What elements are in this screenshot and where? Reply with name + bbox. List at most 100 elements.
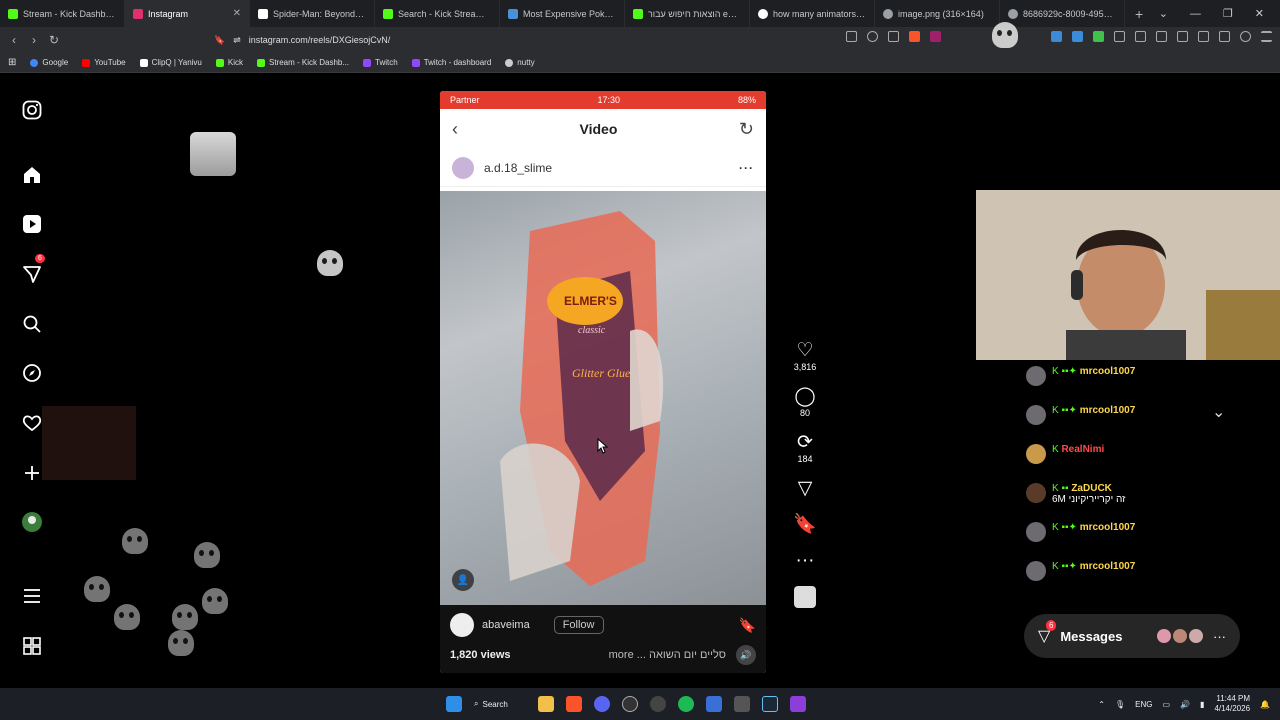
extension-blue-icon[interactable] — [1051, 31, 1062, 42]
profile-avatar-icon[interactable] — [18, 508, 46, 536]
app-purple-icon[interactable] — [789, 696, 806, 712]
bookmark-clipq[interactable]: ClipQ | Yanivu — [139, 58, 202, 67]
send-action[interactable]: ▽ — [790, 478, 820, 500]
notifications-bell-icon[interactable]: 🔔 — [1260, 700, 1270, 709]
tab-pokemon[interactable]: Most Expensive Pokemon — [500, 0, 625, 27]
app-blue-icon[interactable] — [705, 696, 722, 712]
tab-instagram[interactable]: Instagram ✕ — [125, 0, 250, 27]
chat-username[interactable]: mrcool1007 — [1080, 522, 1136, 533]
extension-green-icon[interactable] — [1093, 31, 1104, 42]
footer-username[interactable]: abaveima — [482, 619, 530, 631]
forward-icon[interactable]: › — [24, 33, 44, 47]
reels-icon[interactable] — [18, 210, 46, 238]
app-icon[interactable] — [649, 696, 666, 712]
explore-icon[interactable] — [18, 359, 46, 387]
bookmark-google[interactable]: Google — [30, 58, 68, 67]
brave-rewards-icon[interactable] — [930, 31, 941, 42]
volume-icon[interactable]: 🔊 — [1180, 700, 1190, 709]
battery-icon[interactable]: ▮ — [1200, 700, 1204, 709]
repost-icon[interactable]: ⟳ — [797, 432, 813, 454]
sidebar-icon[interactable] — [1177, 31, 1188, 42]
zoom-icon[interactable] — [867, 31, 878, 42]
search-icon[interactable] — [18, 310, 46, 338]
cast-icon[interactable] — [846, 31, 857, 42]
audio-action[interactable] — [790, 586, 820, 608]
audio-thumbnail-icon[interactable] — [794, 586, 816, 608]
tab-kick-search[interactable]: Search - Kick Streaming — [375, 0, 500, 27]
like-heart-icon[interactable]: ♡ — [796, 340, 813, 362]
site-info-icon[interactable]: ⇌ — [233, 35, 241, 46]
bookmark-kick-dashboard[interactable]: Stream - Kick Dashb... — [257, 58, 349, 67]
wallet-icon[interactable] — [1198, 31, 1209, 42]
bookmark-icon[interactable]: 🔖 — [793, 514, 817, 536]
tab-hebrew-search[interactable]: הוצאות חיפוש עבור emon — [625, 0, 750, 27]
new-tab-button[interactable]: + — [1125, 6, 1153, 22]
tab-spiderman[interactable]: Spider-Man: Beyond the — [250, 0, 375, 27]
close-tab-icon[interactable]: ✕ — [233, 8, 241, 19]
more-options-icon[interactable]: ··· — [739, 161, 754, 175]
media-icon[interactable] — [1156, 31, 1167, 42]
chat-username[interactable]: RealNimi — [1061, 444, 1104, 455]
steam-icon[interactable] — [761, 696, 778, 712]
bookmark-page-icon[interactable]: 🔖 — [214, 35, 225, 46]
repost-action[interactable]: ⟳ 184 — [790, 432, 820, 464]
spotify-icon[interactable] — [677, 696, 694, 712]
screenshot-icon[interactable] — [1135, 31, 1146, 42]
chat-username[interactable]: mrcool1007 — [1080, 561, 1136, 572]
footer-avatar[interactable] — [450, 613, 474, 637]
reload-icon[interactable]: ↻ — [44, 33, 64, 47]
vpn-icon[interactable] — [1240, 31, 1251, 42]
mute-icon[interactable]: 🔊 — [736, 645, 756, 665]
tab-image[interactable]: image.png (316×164) — [875, 0, 1000, 27]
apps-grid-icon[interactable]: ⊞ — [8, 57, 16, 68]
url-bar[interactable]: 🔖 ⇌ instagram.com/reels/DXGiesojCvN/ — [214, 35, 390, 46]
maximize-button[interactable]: ❐ — [1223, 7, 1233, 20]
back-chevron-icon[interactable]: ‹ — [452, 119, 458, 140]
comment-icon[interactable]: ◯ — [794, 386, 815, 408]
extension-blue2-icon[interactable] — [1072, 31, 1083, 42]
tab-search-icon[interactable]: ⌄ — [1159, 7, 1168, 20]
more-action[interactable]: ··· — [790, 550, 820, 572]
close-window-button[interactable]: ✕ — [1255, 7, 1264, 20]
menu-icon[interactable] — [18, 582, 46, 610]
more-apps-icon[interactable] — [18, 632, 46, 660]
follow-button[interactable]: Follow — [553, 616, 604, 634]
clock[interactable]: 11:44 PM 4/14/2026 — [1214, 694, 1250, 714]
language-label[interactable]: ENG — [1135, 700, 1152, 709]
back-icon[interactable]: ‹ — [4, 33, 24, 47]
obs-icon[interactable] — [621, 696, 638, 712]
microphone-icon[interactable]: 🎙 — [1115, 700, 1125, 709]
refresh-icon[interactable]: ↻ — [739, 119, 754, 140]
chat-username[interactable]: mrcool1007 — [1080, 366, 1136, 377]
app-dark-icon[interactable] — [733, 696, 750, 712]
tab-uuid[interactable]: 8686929c-8009-4952-bb — [1000, 0, 1125, 27]
slime-video[interactable]: ELMER'S classic Glitter Glue 👤 — [440, 191, 766, 605]
save-icon[interactable]: 🔖 — [739, 617, 756, 634]
tray-chevron-icon[interactable]: ⌃ — [1098, 700, 1105, 709]
minimize-button[interactable]: — — [1190, 8, 1201, 20]
brave-shield-icon[interactable] — [909, 31, 920, 42]
bookmark-kick[interactable]: Kick — [215, 58, 243, 67]
leo-ai-icon[interactable] — [1219, 31, 1230, 42]
bookmark-twitch[interactable]: Twitch — [363, 58, 398, 67]
bookmark-twitch-dashboard[interactable]: Twitch - dashboard — [411, 58, 491, 67]
tag-people-icon[interactable]: 👤 — [452, 569, 474, 591]
more-dots-icon[interactable]: ··· — [796, 550, 815, 572]
home-icon[interactable] — [18, 161, 46, 189]
messages-more-icon[interactable]: ··· — [1213, 629, 1226, 644]
tab-animators[interactable]: how many animators don — [750, 0, 875, 27]
network-icon[interactable]: ▭ — [1163, 700, 1171, 709]
tab-kick-dashboard[interactable]: Stream - Kick Dashboard — [0, 0, 125, 27]
like-action[interactable]: ♡ 3,816 — [790, 340, 820, 372]
taskbar-search[interactable]: ⌕ Search — [474, 699, 508, 709]
share-icon[interactable] — [888, 31, 899, 42]
chat-username[interactable]: mrcool1007 — [1080, 405, 1136, 416]
instagram-logo-icon[interactable] — [18, 96, 46, 124]
extension-puzzle-icon[interactable] — [1114, 31, 1125, 42]
comment-action[interactable]: ◯ 80 — [790, 386, 820, 418]
bookmark-nutty[interactable]: nutty — [505, 58, 535, 67]
file-explorer-icon[interactable] — [537, 696, 554, 712]
messages-button[interactable]: ▽ 6 Messages ··· — [1024, 614, 1240, 658]
chat-username[interactable]: ZaDUCK — [1071, 483, 1112, 494]
save-action[interactable]: 🔖 — [790, 514, 820, 536]
